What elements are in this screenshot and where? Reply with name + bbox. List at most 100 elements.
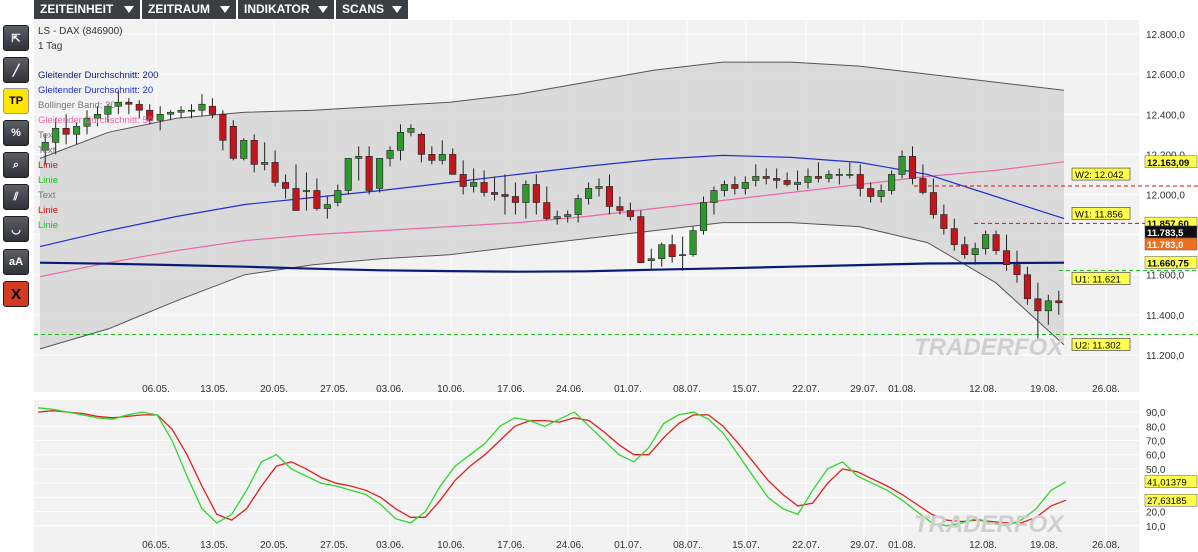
candle-body [177, 109, 185, 113]
candle-body [762, 176, 770, 179]
candle-body [501, 194, 509, 197]
candle-body [135, 103, 143, 111]
candle-body [605, 186, 614, 207]
trendline-tool-icon[interactable]: ╱ [3, 57, 29, 83]
menu-scans[interactable]: SCANS [336, 0, 408, 19]
candle-body [407, 127, 415, 133]
arc-tool-icon[interactable]: ◡ [3, 216, 29, 242]
menu-label: SCANS [342, 2, 385, 16]
price-tag-label: 11.783,5 [1147, 228, 1184, 239]
candle-body [187, 109, 196, 112]
candle-body [490, 192, 499, 195]
x-tick-label: 10.06. [437, 540, 465, 551]
legend-entry: Linie [38, 160, 58, 171]
legend-entry: Text [38, 190, 56, 201]
candle-body [553, 216, 561, 219]
candle-body [867, 188, 875, 197]
candle-body [1034, 298, 1042, 312]
candle-body [1023, 274, 1031, 300]
candle-body [62, 127, 70, 135]
candle-body [198, 103, 206, 111]
candle-body [470, 182, 478, 187]
x-tick-label: 06.05. [142, 384, 170, 395]
delete-tool-button[interactable]: X [3, 281, 29, 307]
candle-body [846, 174, 854, 176]
x-tick-label: 17.06. [497, 384, 525, 395]
x-tick-label: 24.06. [556, 540, 584, 551]
x-tick-label: 12.08. [969, 540, 997, 551]
candle-body [564, 214, 572, 217]
legend-entry: Gleitender Durchschnitt: 20 [38, 85, 153, 96]
percent-tool-button[interactable]: % [3, 120, 29, 146]
chart-area[interactable]: W2: 12.042 W1: 11.856 U1: 11.621 U2: 11.302… [34, 20, 1198, 552]
stoch-tag-label: 27,63185 [1147, 496, 1187, 507]
y-tick-label: 11.400,0 [1146, 311, 1185, 322]
cursor-tool-icon[interactable]: ⇱ [3, 25, 29, 51]
stoch-y-tick-label: 90,0 [1146, 408, 1166, 419]
price-tag-label: 11.660,75 [1147, 258, 1189, 269]
candle-body [449, 154, 457, 175]
menu-zeitraum[interactable]: ZEITRAUM [142, 0, 236, 19]
x-tick-label: 03.06. [376, 540, 404, 551]
x-tick-label: 01.07. [614, 540, 642, 551]
candle-body [699, 202, 708, 231]
candle-body [668, 244, 676, 257]
x-tick-label: 27.05. [320, 384, 348, 395]
price-y-axis: 12.800,012.600,012.400,012.200,012.000,0… [1146, 30, 1185, 362]
menu-zeiteinheit[interactable]: ZEITEINHEIT [34, 0, 140, 19]
chevron-down-icon [318, 6, 328, 13]
legend-entry: Linie [38, 205, 58, 216]
candle-body [271, 162, 279, 183]
drawing-toolbar: ⇱ ╱ TP % ⌕ ⫽ ◡ aA X [0, 20, 34, 552]
candle-body [73, 125, 81, 135]
candle-body [250, 140, 258, 165]
candle-body [522, 184, 530, 203]
price-tag-label: 12.163,09 [1147, 158, 1189, 169]
stoch-y-tick-label: 50,0 [1146, 465, 1166, 476]
legend-entry: Gleitender Durchschnitt: 50 [38, 115, 153, 126]
candle-body [125, 101, 133, 105]
x-tick-label: 17.06. [497, 540, 525, 551]
x-tick-label: 24.06. [556, 384, 584, 395]
candle-body [679, 254, 687, 256]
candle-body [156, 113, 164, 121]
candle-body [167, 111, 175, 115]
x-tick-label: 12.08. [969, 384, 997, 395]
candle-body [292, 188, 300, 211]
candle-body [794, 182, 802, 185]
level-label-u2: U2: 11.302 [1075, 340, 1121, 351]
text-tool-button[interactable]: aA [3, 249, 29, 275]
y-tick-label: 12.600,0 [1146, 70, 1185, 81]
top-menu-bar: ZEITEINHEIT ZEITRAUM INDIKATOR SCANS [0, 0, 1198, 20]
candle-body [835, 174, 843, 176]
chart-subtitle: 1 Tag [38, 41, 62, 52]
candle-body [417, 134, 425, 155]
channel-tool-icon[interactable]: ⫽ [3, 184, 29, 210]
candle-body [480, 182, 488, 193]
candle-body [595, 186, 603, 189]
zoom-tool-icon[interactable]: ⌕ [3, 152, 29, 178]
candle-body [240, 140, 248, 159]
candle-body [950, 228, 958, 245]
candle-body [1044, 300, 1052, 312]
y-tick-label: 11.200,0 [1146, 351, 1185, 362]
price-tag-label: 11.783,0 [1147, 240, 1183, 251]
candle-body [386, 150, 394, 159]
candle-body [365, 156, 373, 191]
candle-body [229, 125, 237, 159]
candle-body [647, 258, 655, 261]
stoch-y-tick-label: 60,0 [1146, 451, 1166, 462]
x-tick-label: 15.07. [732, 384, 760, 395]
x-tick-label: 20.05. [260, 540, 288, 551]
candle-body [637, 216, 645, 263]
price-labels: 12.163,0911.857,6011.783,511.783,011.660… [1144, 155, 1198, 269]
candle-body [658, 244, 666, 259]
candle-body [1055, 300, 1063, 304]
menu-indikator[interactable]: INDIKATOR [238, 0, 334, 19]
legend-entry: Linie [38, 175, 58, 186]
x-tick-label: 10.06. [437, 384, 465, 395]
chevron-down-icon [220, 6, 230, 13]
menu-label: ZEITEINHEIT [40, 2, 114, 16]
candle-body [877, 190, 885, 197]
tp-tool-button[interactable]: TP [3, 88, 29, 114]
